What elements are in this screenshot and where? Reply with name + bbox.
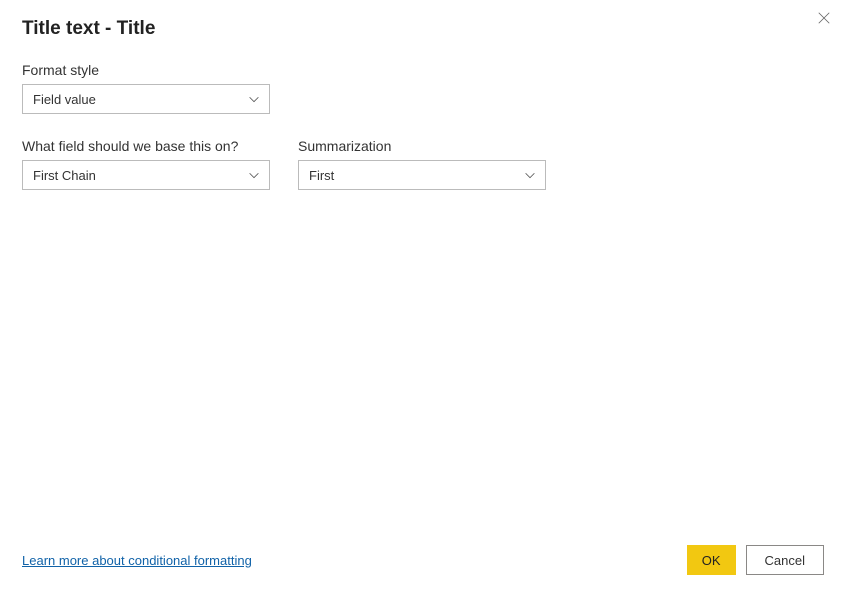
base-field-label: What field should we base this on? bbox=[22, 138, 270, 154]
summarization-group: Summarization First bbox=[298, 138, 546, 190]
cancel-button[interactable]: Cancel bbox=[746, 545, 824, 575]
dialog-container: Title text - Title Format style Field va… bbox=[0, 0, 846, 599]
format-style-label: Format style bbox=[22, 62, 824, 78]
footer-buttons: OK Cancel bbox=[687, 545, 824, 575]
base-field-group: What field should we base this on? First… bbox=[22, 138, 270, 190]
ok-button[interactable]: OK bbox=[687, 545, 736, 575]
field-row: What field should we base this on? First… bbox=[22, 138, 824, 190]
chevron-down-icon bbox=[523, 168, 537, 182]
chevron-down-icon bbox=[247, 92, 261, 106]
close-icon bbox=[817, 11, 831, 30]
base-field-value: First Chain bbox=[33, 168, 96, 183]
base-field-dropdown[interactable]: First Chain bbox=[22, 160, 270, 190]
close-button[interactable] bbox=[814, 10, 834, 30]
summarization-label: Summarization bbox=[298, 138, 546, 154]
format-style-value: Field value bbox=[33, 92, 96, 107]
dialog-title: Title text - Title bbox=[22, 18, 824, 40]
format-style-dropdown[interactable]: Field value bbox=[22, 84, 270, 114]
chevron-down-icon bbox=[247, 168, 261, 182]
dialog-footer: Learn more about conditional formatting … bbox=[22, 545, 824, 575]
summarization-value: First bbox=[309, 168, 334, 183]
learn-more-link[interactable]: Learn more about conditional formatting bbox=[22, 553, 252, 568]
summarization-dropdown[interactable]: First bbox=[298, 160, 546, 190]
format-style-group: Format style Field value bbox=[22, 62, 824, 114]
